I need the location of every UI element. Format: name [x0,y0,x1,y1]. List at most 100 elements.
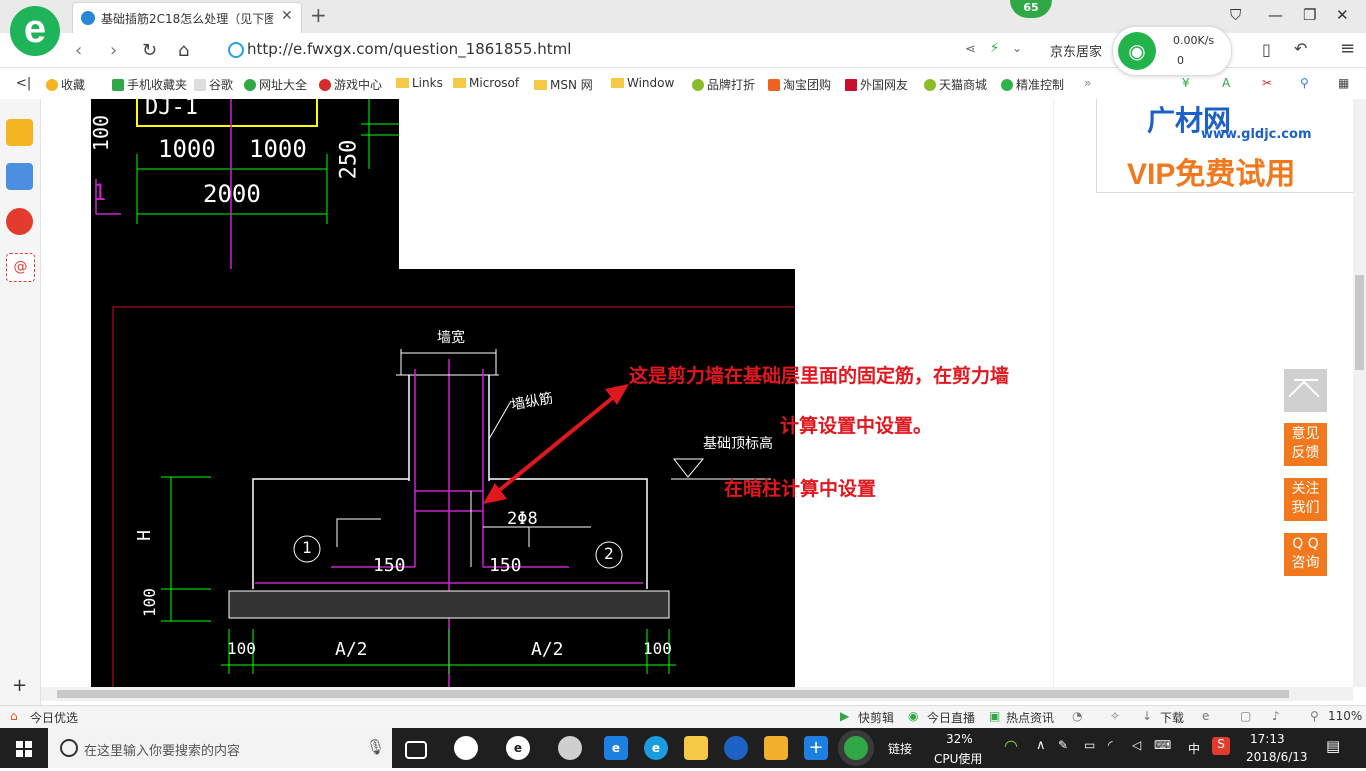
search-icon[interactable]: ⚲ [1300,76,1309,90]
ie-icon[interactable]: e [644,736,668,760]
360-browser-icon[interactable] [844,736,868,760]
sound-icon[interactable]: ♪ [1272,709,1280,723]
weibo-icon[interactable] [6,208,33,235]
browser-tab[interactable]: 基础插筋2C18怎么处理（见下图 ✕ [72,2,302,34]
label-stirrup: 2Φ8 [507,509,538,529]
start-button[interactable] [0,728,48,768]
scissors-icon[interactable]: ✂ [1262,76,1272,90]
network-monitor[interactable]: ◉ 0.00K/s 0 [1112,26,1232,76]
sogou-ime-icon[interactable]: S [1212,737,1230,755]
yen-icon[interactable]: ¥ [1182,76,1190,90]
file-explorer-icon[interactable] [684,736,708,760]
security-app-icon[interactable] [558,736,582,760]
cortana-icon [60,739,78,757]
url-field[interactable]: http://e.fwxgx.com/question_1861855.html [247,40,571,58]
ime-indicator[interactable]: 中 [1188,740,1200,757]
new-tab-button[interactable]: + [310,3,327,27]
scroll-thumb[interactable] [57,690,1289,698]
ie-mode-icon[interactable]: e [1202,709,1209,723]
bookmark-item[interactable]: 收藏 [46,76,85,93]
cad-dim-side: 250 [336,139,362,180]
scroll-thumb[interactable] [1355,275,1364,370]
bookmark-item[interactable]: 精准控制 [1001,76,1064,93]
browser-logo-icon[interactable]: e [10,6,60,56]
edge-browser-icon[interactable]: e [604,736,628,760]
clock-date[interactable]: 2018/6/13 [1246,750,1308,764]
bookmark-item[interactable]: Window [611,76,674,90]
horizontal-scrollbar[interactable] [41,687,1353,701]
network-icon[interactable]: ◜ [1108,738,1113,752]
bookmark-item[interactable]: 天猫商城 [924,76,987,93]
bookmark-item[interactable]: 游戏中心 [319,76,382,93]
microphone-icon[interactable]: 🎙︎ [366,738,385,756]
download-link[interactable]: 下载 [1160,709,1184,726]
shirt-skin-icon[interactable]: ⛉ [1230,6,1241,24]
grid-icon[interactable]: ▦ [1338,76,1349,90]
cad-drawing-bottom: 墙宽 墙纵筋 基础顶标高 2Φ8 150 150 H 100 1 2 A/2 A… [91,269,795,687]
bookmark-item[interactable]: 网址大全 [244,76,307,93]
wifi-tray-icon[interactable]: ◠ [1004,736,1018,755]
bookmark-item[interactable]: 品牌打折 [692,76,755,93]
bookmark-item[interactable]: 外国网友 [845,76,908,93]
ie-browser-icon[interactable]: e [506,736,530,760]
favorites-star-icon[interactable] [6,119,33,146]
email-icon[interactable]: @ [6,253,35,282]
fan-app-icon[interactable] [454,736,478,760]
back-icon[interactable]: ‹ [75,40,82,61]
action-center-icon[interactable]: ▤ [1326,737,1340,755]
maximize-button[interactable]: ❐ [1303,6,1316,24]
live-link[interactable]: 今日直播 [927,709,975,726]
phone-icon[interactable]: ▯ [1262,40,1271,59]
gift-icon[interactable]: ⌂ [10,709,18,723]
tray-app-icon[interactable]: ✎ [1058,738,1068,752]
clock-time[interactable]: 17:13 [1250,732,1285,746]
news-link[interactable]: 热点资讯 [1006,709,1054,726]
follow-us-button[interactable]: 关注 我们 [1284,478,1327,521]
home-icon[interactable]: ⌂ [178,40,189,61]
vertical-scrollbar[interactable] [1353,99,1366,687]
bookmark-item[interactable]: 淘宝团购 [768,76,831,93]
glodon-app-icon[interactable] [724,736,748,760]
share-icon[interactable]: ⋖ [965,42,976,57]
bookmark-item[interactable]: MSN 网 [534,76,593,93]
bookmark-item[interactable]: 手机收藏夹 [112,76,187,93]
tools-icon[interactable]: ✧ [1110,709,1120,723]
plus-app-icon[interactable]: + [804,736,828,760]
volume-icon[interactable]: ◁ [1132,738,1141,752]
keyboard-icon[interactable]: ⌨ [1154,738,1171,752]
collapse-icon[interactable]: <| [16,76,31,91]
zoom-level[interactable]: 110% [1328,709,1362,723]
notes-app-icon[interactable] [764,736,788,760]
close-window-button[interactable]: ✕ [1336,6,1349,24]
star-icon [46,79,58,91]
undo-icon[interactable]: ↶ [1294,39,1307,58]
bookmark-item[interactable]: 谷歌 [194,76,233,93]
tray-link[interactable]: 链接 [888,740,912,757]
show-hidden-icons[interactable]: ∧ [1036,738,1046,753]
battery-icon[interactable]: ▭ [1084,738,1095,752]
feedback-button[interactable]: 意见 反馈 [1284,423,1327,466]
more-bookmarks-icon[interactable]: » [1084,76,1091,90]
ad-banner[interactable]: 广材网 www.gldjc.com VIP免费试用 [1096,99,1353,193]
close-tab-icon[interactable]: ✕ [281,8,293,24]
translate-icon[interactable]: A [1222,76,1230,90]
minimize-button[interactable]: — [1268,6,1283,24]
chevron-down-icon[interactable]: ⌄ [1012,41,1022,55]
speed-icon[interactable]: ◔ [1072,709,1082,723]
bookmark-item[interactable]: Microsof [453,76,519,90]
reading-list-icon[interactable] [6,163,33,190]
search-suggest[interactable]: 京东居家 [1050,41,1102,60]
today-picks[interactable]: 今日优选 [30,709,78,726]
forward-icon[interactable]: › [110,40,117,61]
refresh-icon[interactable]: ↻ [142,40,157,61]
task-view-icon[interactable] [405,741,427,759]
window-icon[interactable]: ▢ [1240,709,1251,723]
lightning-icon[interactable]: ⚡ [990,41,999,56]
qq-consult-button[interactable]: Q Q 咨询 [1284,533,1327,576]
bookmark-item[interactable]: Links [396,76,443,90]
kuaijian-link[interactable]: 快剪辑 [858,709,894,726]
menu-icon[interactable]: ≡ [1340,38,1355,59]
back-to-top-button[interactable] [1284,369,1327,412]
add-sidebar-button[interactable]: + [12,675,27,696]
taskbar-search[interactable]: 在这里输入你要搜索的内容 🎙︎ [48,728,392,768]
